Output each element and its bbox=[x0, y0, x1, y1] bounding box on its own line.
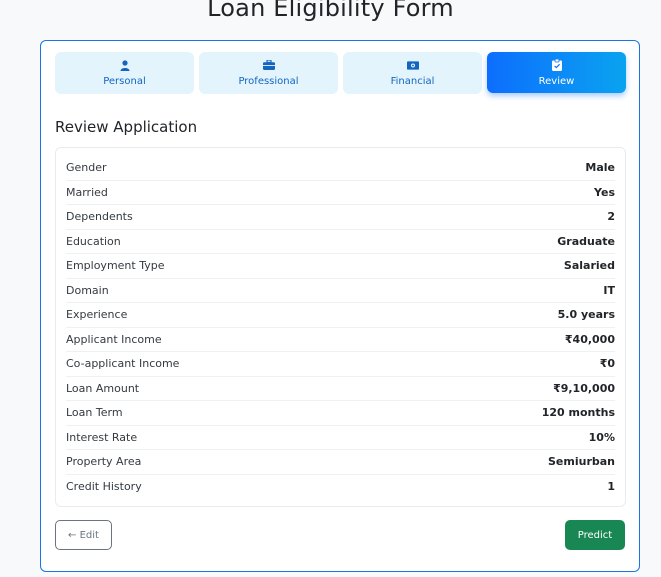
review-row-married: Married Yes bbox=[66, 181, 615, 205]
row-label: Property Area bbox=[66, 455, 142, 469]
row-value: ₹9,10,000 bbox=[553, 381, 615, 395]
row-label: Applicant Income bbox=[66, 332, 162, 346]
review-row-education: Education Graduate bbox=[66, 230, 615, 254]
row-label: Dependents bbox=[66, 210, 133, 224]
tab-financial[interactable]: Financial bbox=[343, 52, 482, 94]
page-title: Loan Eligibility Form bbox=[207, 0, 454, 22]
row-value: ₹0 bbox=[599, 357, 615, 371]
tab-review[interactable]: Review bbox=[487, 52, 626, 93]
row-value: Male bbox=[585, 161, 615, 175]
predict-button[interactable]: Predict bbox=[565, 520, 625, 550]
row-value: Salaried bbox=[563, 259, 615, 273]
tab-label: Personal bbox=[103, 76, 146, 87]
row-value: 120 months bbox=[541, 406, 615, 420]
row-label: Co-applicant Income bbox=[66, 357, 180, 371]
tab-personal[interactable]: Personal bbox=[55, 52, 194, 94]
row-value: 10% bbox=[588, 430, 615, 444]
step-tabs: Personal Professional Financial Review bbox=[55, 52, 626, 94]
person-icon bbox=[119, 59, 131, 71]
review-row-coapplicant-income: Co-applicant Income ₹0 bbox=[66, 352, 615, 377]
row-value: 1 bbox=[607, 480, 615, 494]
tab-label: Financial bbox=[390, 76, 435, 87]
row-value: ₹40,000 bbox=[564, 332, 615, 346]
clipboard-check-icon bbox=[551, 58, 563, 71]
row-label: Loan Term bbox=[66, 406, 123, 420]
row-value: 2 bbox=[607, 210, 615, 224]
tab-label: Professional bbox=[238, 76, 299, 87]
section-title: Review Application bbox=[55, 118, 198, 136]
cash-icon bbox=[406, 59, 419, 71]
row-label: Experience bbox=[66, 308, 128, 322]
edit-button[interactable]: ← Edit bbox=[55, 520, 112, 550]
review-row-interest-rate: Interest Rate 10% bbox=[66, 426, 615, 450]
review-row-loan-amount: Loan Amount ₹9,10,000 bbox=[66, 377, 615, 401]
row-label: Employment Type bbox=[66, 259, 165, 273]
row-value: 5.0 years bbox=[557, 308, 615, 322]
form-card: Personal Professional Financial Review R… bbox=[40, 40, 640, 572]
row-label: Credit History bbox=[66, 480, 142, 494]
review-summary-table: Gender Male Married Yes Dependents 2 Edu… bbox=[55, 147, 626, 507]
briefcase-icon bbox=[262, 59, 275, 71]
tab-label: Review bbox=[538, 75, 575, 87]
row-label: Domain bbox=[66, 283, 109, 297]
row-label: Interest Rate bbox=[66, 430, 138, 444]
tab-professional[interactable]: Professional bbox=[199, 52, 338, 94]
row-value: Yes bbox=[594, 185, 615, 199]
review-row-credit-history: Credit History 1 bbox=[66, 475, 615, 500]
review-row-employment-type: Employment Type Salaried bbox=[66, 254, 615, 279]
row-label: Loan Amount bbox=[66, 381, 140, 395]
review-row-gender: Gender Male bbox=[66, 156, 615, 181]
review-row-loan-term: Loan Term 120 months bbox=[66, 401, 615, 426]
row-value: Semiurban bbox=[548, 455, 615, 469]
row-value: Graduate bbox=[557, 234, 615, 248]
review-row-dependents: Dependents 2 bbox=[66, 205, 615, 230]
review-row-property-area: Property Area Semiurban bbox=[66, 450, 615, 475]
row-label: Gender bbox=[66, 161, 107, 175]
row-label: Education bbox=[66, 234, 121, 248]
review-row-applicant-income: Applicant Income ₹40,000 bbox=[66, 328, 615, 352]
row-label: Married bbox=[66, 185, 108, 199]
review-row-experience: Experience 5.0 years bbox=[66, 303, 615, 328]
review-row-domain: Domain IT bbox=[66, 279, 615, 303]
row-value: IT bbox=[603, 283, 615, 297]
